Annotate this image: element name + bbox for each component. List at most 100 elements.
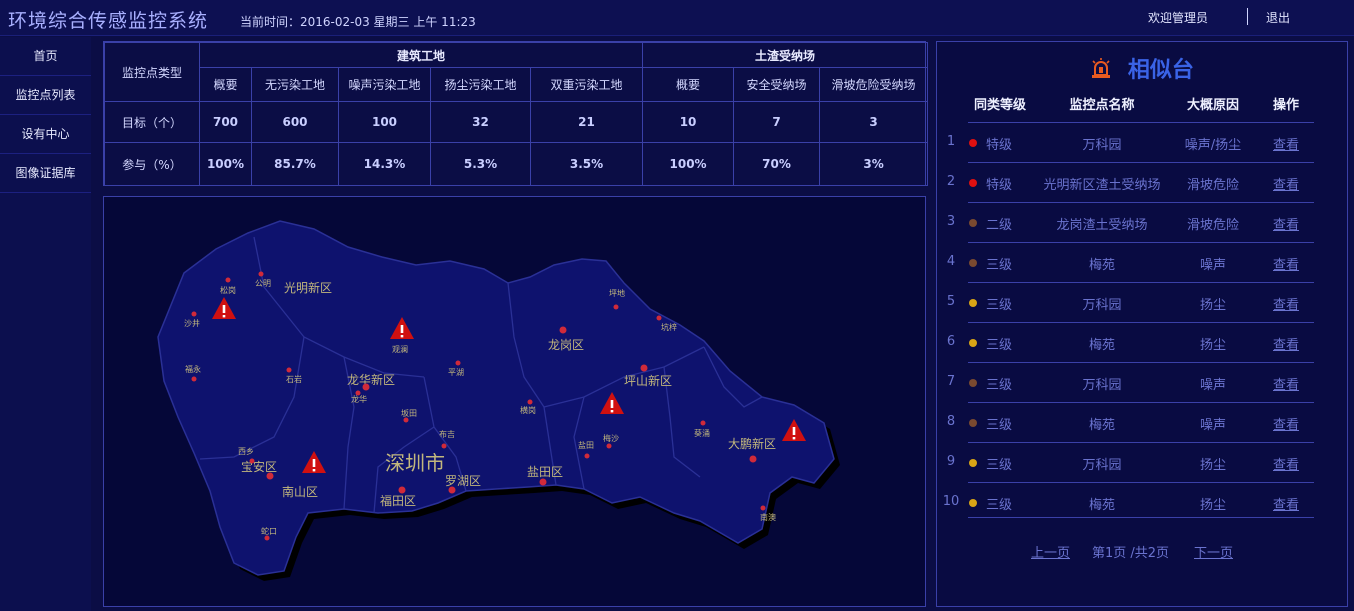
town-label: 坪地 — [609, 288, 625, 298]
town-label: 龙华 — [351, 394, 367, 404]
row-name: 梅苑 — [1088, 258, 1115, 273]
ranking-header: 同类等级 监控点名称 大概原因 操作 — [937, 90, 1347, 122]
location-pin — [225, 277, 231, 283]
row-level: 三级 — [985, 458, 1012, 473]
target-value: 21 — [529, 101, 644, 143]
town-label: 石岩 — [286, 374, 302, 384]
location-pin — [640, 364, 648, 372]
row-label-target: 目标（个） — [104, 101, 200, 143]
district-label: 罗湖区 — [445, 473, 481, 488]
stats-table: 监控点类型 建筑工地 土渣受纳场 概要 无污染工地 噪声污染工地 扬尘污染工地 … — [103, 41, 929, 186]
town-label: 梅沙 — [603, 433, 619, 443]
row-level: 二级 — [985, 218, 1012, 233]
location-pin — [613, 304, 619, 310]
col-header: 无污染工地 — [251, 67, 339, 102]
view-link[interactable]: 查看 — [1263, 374, 1309, 393]
location-pin — [749, 455, 757, 463]
shenzhen-map[interactable]: 深圳市 光明新区 龙岗区 坪山新区 龙华新区 宝安区 南山区 福田区 罗湖区 盐… — [104, 197, 926, 607]
header-name: 监控点名称 — [1069, 98, 1135, 113]
header-divider — [1247, 8, 1248, 25]
row-name: 万科园 — [1082, 298, 1122, 313]
col-header: 概要 — [199, 67, 252, 102]
col-header: 安全受纳场 — [733, 67, 821, 102]
target-value: 3 — [819, 101, 929, 143]
row-level: 三级 — [985, 338, 1012, 353]
district-label: 南山区 — [282, 484, 318, 499]
level-dot — [969, 499, 977, 507]
location-pin — [249, 458, 255, 464]
participation-value: 3% — [819, 142, 929, 186]
ranking-row: 3 二级 龙岗渣土受纳场 滑坡危险 查看 — [937, 202, 1347, 242]
town-label: 沙井 — [184, 318, 200, 328]
participation-value: 5.3% — [430, 142, 531, 186]
col-header: 概要 — [642, 67, 735, 102]
ranking-row: 6 三级 梅苑 扬尘 查看 — [937, 322, 1347, 362]
col-header: 滑坡危险受纳场 — [819, 67, 929, 102]
location-pin — [191, 376, 197, 382]
row-divider — [968, 362, 1314, 363]
location-pin — [266, 472, 274, 480]
sidebar: 首页 监控点列表 设有中心 图像证据库 — [0, 37, 91, 611]
town-label: 公明 — [255, 279, 271, 288]
location-pin — [403, 417, 409, 423]
town-label: 布吉 — [439, 429, 455, 439]
sidebar-item-device-center[interactable]: 设有中心 — [0, 115, 91, 154]
level-dot — [969, 299, 977, 307]
view-link[interactable]: 查看 — [1263, 494, 1309, 513]
town-label: 横岗 — [520, 405, 536, 415]
sidebar-item-home[interactable]: 首页 — [0, 37, 91, 76]
participation-value: 85.7% — [251, 142, 339, 186]
row-reason: 滑坡危险 — [1186, 218, 1239, 233]
next-page-link[interactable]: 下一页 — [1194, 542, 1233, 561]
row-divider — [968, 442, 1314, 443]
welcome-text: 欢迎管理员 — [1148, 11, 1209, 25]
location-pin — [700, 420, 706, 426]
header-reason: 大概原因 — [1186, 98, 1239, 113]
row-number: 6 — [946, 334, 956, 349]
location-pin — [559, 326, 567, 334]
row-name: 梅苑 — [1088, 498, 1115, 513]
level-dot — [969, 459, 977, 467]
level-dot — [969, 219, 977, 227]
row-reason: 噪声/扬尘 — [1184, 138, 1242, 153]
view-link[interactable]: 查看 — [1263, 174, 1309, 193]
group-construction: 建筑工地 — [198, 42, 644, 68]
row-number: 1 — [946, 134, 956, 149]
sidebar-item-monitor-list[interactable]: 监控点列表 — [0, 76, 91, 115]
logout-link[interactable]: 退出 — [1266, 9, 1290, 26]
row-level: 三级 — [985, 498, 1012, 513]
row-number: 8 — [946, 414, 956, 429]
location-pin — [191, 311, 197, 317]
view-link[interactable]: 查看 — [1263, 134, 1309, 153]
row-reason: 滑坡危险 — [1186, 178, 1239, 193]
level-dot — [969, 259, 977, 267]
ranking-row: 8 三级 梅苑 噪声 查看 — [937, 402, 1347, 442]
prev-page-link[interactable]: 上一页 — [1031, 542, 1070, 561]
row-number: 5 — [946, 294, 956, 309]
ranking-row: 9 三级 万科园 扬尘 查看 — [937, 442, 1347, 482]
page-info: 第1页 /共2页 — [1092, 546, 1170, 561]
row-reason: 噪声 — [1199, 258, 1226, 273]
row-number: 4 — [946, 254, 956, 269]
target-value: 7 — [733, 101, 821, 143]
view-link[interactable]: 查看 — [1263, 454, 1309, 473]
view-link[interactable]: 查看 — [1263, 414, 1309, 433]
map-panel[interactable]: 深圳市 光明新区 龙岗区 坪山新区 龙华新区 宝安区 南山区 福田区 罗湖区 盐… — [103, 196, 926, 607]
row-number: 3 — [946, 214, 956, 229]
participation-value: 3.5% — [529, 142, 644, 186]
view-link[interactable]: 查看 — [1263, 334, 1309, 353]
view-link[interactable]: 查看 — [1263, 294, 1309, 313]
town-label: 松岗 — [220, 285, 236, 295]
ranking-title-area: 相似台 — [937, 52, 1347, 84]
town-label: 平湖 — [448, 368, 464, 377]
target-value: 100 — [338, 101, 431, 143]
row-divider — [968, 162, 1314, 163]
town-label: 坂田 — [401, 408, 417, 418]
row-reason: 扬尘 — [1199, 458, 1226, 473]
view-link[interactable]: 查看 — [1263, 254, 1309, 273]
sidebar-item-image-evidence[interactable]: 图像证据库 — [0, 154, 91, 193]
town-label: 西乡 — [238, 447, 254, 456]
ranking-panel: 相似台 同类等级 监控点名称 大概原因 操作 1 特级 万科园 噪声/扬尘 查看… — [936, 41, 1348, 607]
view-link[interactable]: 查看 — [1263, 214, 1309, 233]
location-pin — [448, 486, 456, 494]
